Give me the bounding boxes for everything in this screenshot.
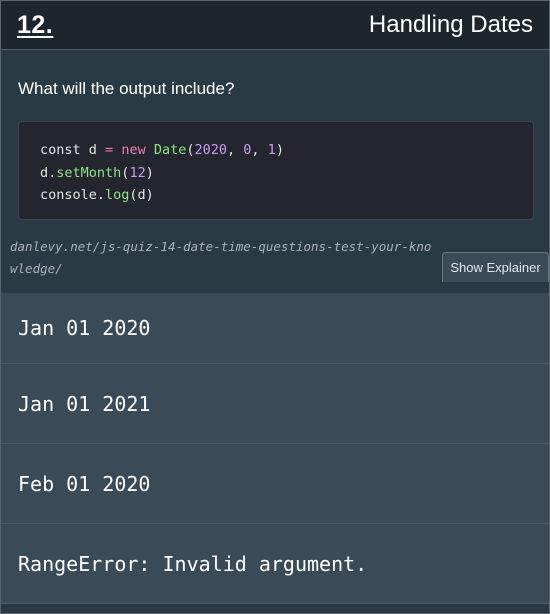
answer-option[interactable]: RangeError: Invalid argument.	[1, 524, 549, 604]
show-explainer-button[interactable]: Show Explainer	[442, 252, 549, 282]
code-token: console.	[40, 187, 106, 203]
code-token: const	[40, 142, 89, 158]
code-token: 1	[267, 142, 276, 158]
code-token: 12	[129, 164, 146, 181]
code-token: ,	[227, 142, 244, 158]
answer-options: Jan 01 2020 Jan 01 2021 Feb 01 2020 RangeEr…	[1, 293, 549, 604]
code-token: =	[96, 142, 122, 158]
code-token: Date	[153, 142, 187, 158]
quiz-card: 12. Handling Dates What will the output …	[0, 0, 550, 614]
code-token: )	[145, 164, 154, 181]
question-text: What will the output include?	[18, 79, 235, 98]
code-token: (d)	[129, 187, 154, 203]
code-token: setMonth	[56, 164, 122, 181]
quiz-title: Handling Dates	[368, 11, 533, 38]
code-token: )	[275, 142, 284, 158]
answer-option[interactable]: Jan 01 2021	[1, 364, 549, 444]
code-token: d	[88, 142, 97, 158]
code-token: ,	[251, 142, 268, 158]
question-area: What will the output include? const d = …	[1, 50, 549, 220]
quiz-header: 12. Handling Dates	[1, 1, 549, 50]
code-token: log	[105, 187, 130, 203]
answer-option[interactable]: Jan 01 2020	[1, 293, 549, 364]
code-line: d.setMonth(12)	[40, 162, 512, 185]
answer-option[interactable]: Feb 01 2020	[1, 444, 549, 524]
source-row: danlevy.net/js-quiz-14-date-time-questio…	[1, 230, 549, 302]
code-token: d.	[40, 164, 57, 181]
code-line: console.log(d)	[40, 184, 512, 207]
code-token: 2020	[194, 142, 227, 158]
code-line: const d = new Date(2020, 0, 1)	[40, 139, 512, 162]
question-number: 12.	[17, 10, 54, 39]
code-block: const d = new Date(2020, 0, 1) d.setMonth…	[18, 121, 534, 220]
code-token: new	[121, 142, 154, 158]
source-link[interactable]: danlevy.net/js-quiz-14-date-time-questio…	[10, 236, 435, 280]
